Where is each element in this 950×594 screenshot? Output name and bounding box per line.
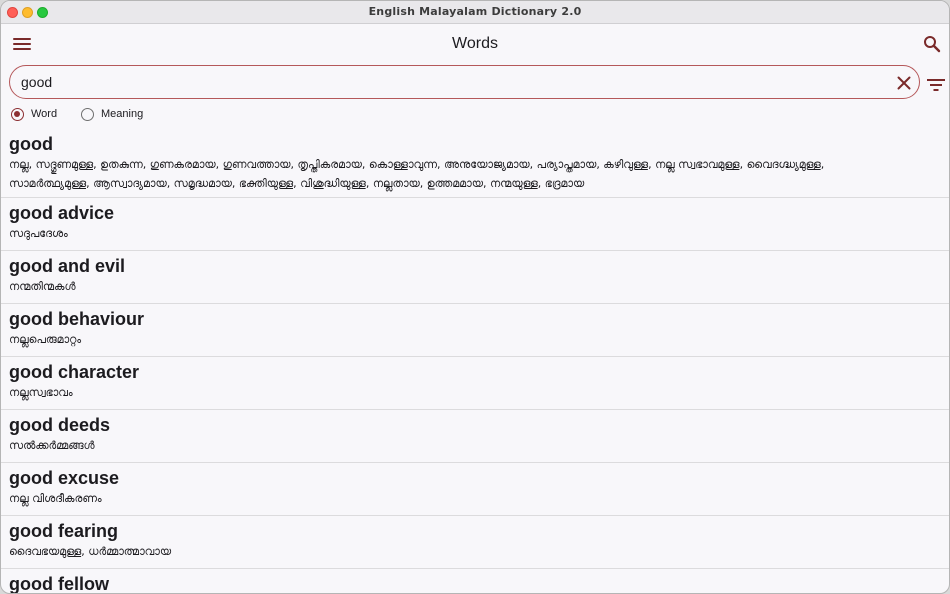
entry-meaning: നല്ല വിശദീകരണം [9,492,102,505]
entry-word: good excuse [9,468,120,488]
entry-word: good character [9,362,140,382]
list-item[interactable]: good advice സദുപദേശം [1,198,949,251]
entry-meaning: നല്ലസ്വഭാവം [9,386,73,399]
entry-meaning: നന്മതിന്മകൾ [9,280,76,293]
entry-meaning: സൽക്കർമ്മങ്ങൾ [9,439,95,452]
search-field [9,65,920,99]
list-item[interactable]: good excuse നല്ല വിശദീകരണം [1,463,949,516]
list-item[interactable]: good character നല്ലസ്വഭാവം [1,357,949,410]
entry-meaning: നല്ലപെരുമാറ്റം [9,333,82,346]
list-item[interactable]: good behaviour നല്ലപെരുമാറ്റം [1,304,949,357]
search-icon[interactable] [923,35,941,53]
entry-meaning: നല്ല, സദ്ഗുണമുള്ള, ഉതകുന്ന, ഗുണകരമായ, ഗു… [9,158,825,190]
entry-meaning: ദൈവഭയമുള്ള, ധർമ്മാത്മാവായ [9,545,172,558]
entry-word: good advice [9,203,115,223]
entry-word: good [9,134,53,154]
app-window: English Malayalam Dictionary 2.0 Words g… [0,0,950,594]
list-item[interactable]: good and evil നന്മതിന്മകൾ [1,251,949,304]
window-title: English Malayalam Dictionary 2.0 [368,5,582,18]
radio-unselected-icon [81,108,94,121]
list-item[interactable]: good fearing ദൈവഭയമുള്ള, ധർമ്മാത്മാവായ [1,516,949,569]
word-list: good നല്ല, സദ്ഗുണമുള്ള, ഉതകുന്ന, ഗുണകരമാ… [1,129,949,594]
entry-word: good and evil [9,256,126,276]
close-icon[interactable] [897,75,911,90]
entry-word: good deeds [9,415,111,435]
list-item[interactable]: good നല്ല, സദ്ഗുണമുള്ള, ഉതകുന്ന, ഗുണകരമാ… [1,129,949,198]
title-bar: English Malayalam Dictionary 2.0 [1,1,949,24]
search-input[interactable] [21,71,881,93]
radio-word-label: Word [31,108,58,120]
filter-icon[interactable] [927,77,945,91]
app-bar: Words [1,25,949,63]
entry-word: good fellow [9,574,109,594]
radio-selected-icon [11,108,24,121]
entry-word: good behaviour [9,309,144,329]
entry-word: good fearing [9,521,118,541]
page-title: Words [452,35,498,52]
list-item[interactable]: good fellow [1,569,949,594]
entry-meaning: സദുപദേശം [9,227,68,240]
radio-meaning-label: Meaning [101,108,144,120]
list-item[interactable]: good deeds സൽക്കർമ്മങ്ങൾ [1,410,949,463]
